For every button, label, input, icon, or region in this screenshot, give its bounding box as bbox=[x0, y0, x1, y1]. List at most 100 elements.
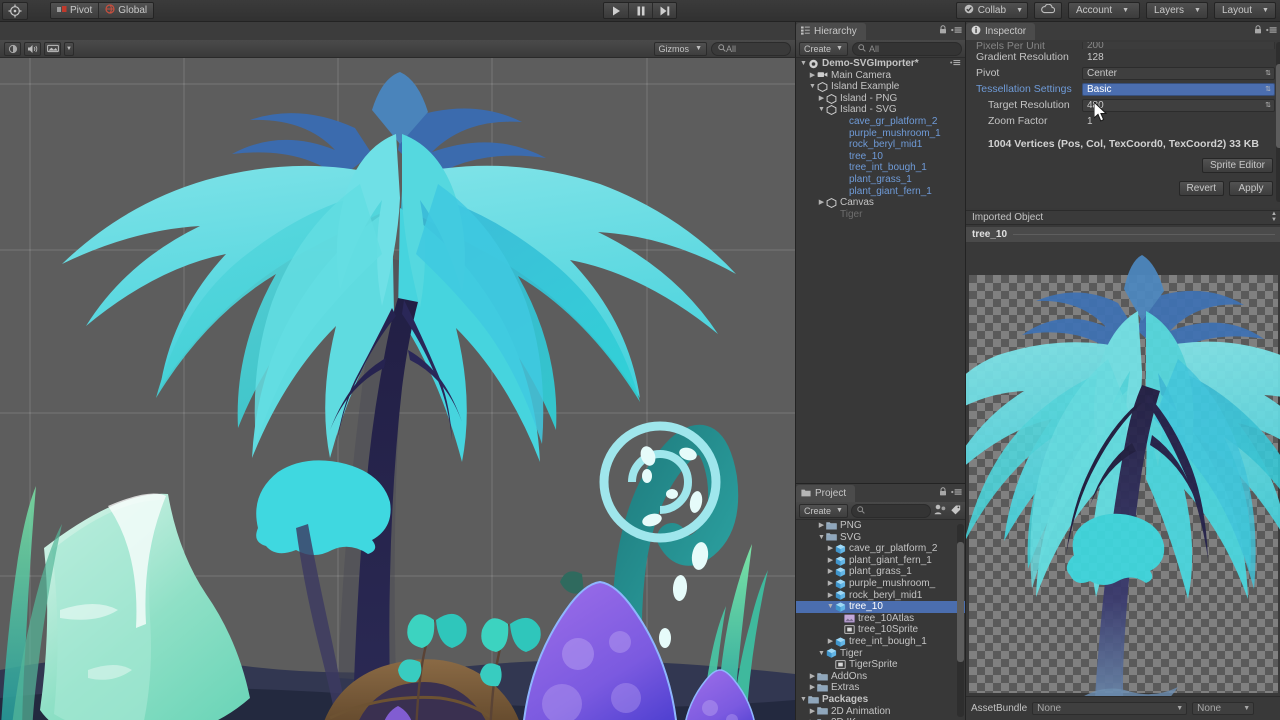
collab-button[interactable]: Collab ▼ bbox=[955, 2, 1028, 19]
chevron-right-icon[interactable]: ▶ bbox=[826, 543, 835, 555]
chevron-right-icon[interactable]: ▶ bbox=[826, 636, 835, 648]
tab-project[interactable]: Project bbox=[796, 485, 856, 502]
tab-hierarchy[interactable]: Hierarchy bbox=[796, 23, 866, 40]
chevron-right-icon[interactable]: ▶ bbox=[817, 93, 826, 105]
hierarchy-tree[interactable]: ▼ Demo-SVGImporter* ▶ Main Camera ▼ Island Ex… bbox=[796, 58, 965, 483]
hierarchy-item-tree-10[interactable]: tree_10 bbox=[796, 151, 965, 163]
inspector-field-value[interactable]: 200 bbox=[1082, 42, 1275, 49]
hierarchy-create-button[interactable]: Create ▼ bbox=[799, 41, 848, 56]
hierarchy-item-island-svg[interactable]: ▼ Island - SVG bbox=[796, 104, 965, 116]
panel-menu-icon[interactable] bbox=[951, 487, 962, 499]
project-item-addons[interactable]: ▶ AddOns bbox=[796, 671, 965, 683]
hierarchy-item-demo-svgimporter-[interactable]: ▼ Demo-SVGImporter* bbox=[796, 58, 965, 70]
chevron-down-icon[interactable]: ▼ bbox=[799, 58, 808, 70]
lock-icon[interactable] bbox=[939, 487, 947, 499]
project-item-tiger[interactable]: ▼ Tiger bbox=[796, 648, 965, 660]
project-item-cave-gr-platform-2[interactable]: ▶ cave_gr_platform_2 bbox=[796, 543, 965, 555]
project-item-tree-10sprite[interactable]: tree_10Sprite bbox=[796, 624, 965, 636]
chevron-down-icon[interactable]: ▼ bbox=[817, 104, 826, 116]
hierarchy-item-canvas[interactable]: ▶ Canvas bbox=[796, 197, 965, 209]
chevron-right-icon[interactable]: ▶ bbox=[826, 578, 835, 590]
hierarchy-item-plant-grass-1[interactable]: plant_grass_1 bbox=[796, 174, 965, 186]
project-item-plant-grass-1[interactable]: ▶ plant_grass_1 bbox=[796, 566, 965, 578]
sprite-editor-button[interactable]: Sprite Editor bbox=[1201, 158, 1273, 173]
chevron-right-icon[interactable]: ▶ bbox=[808, 682, 817, 694]
chevron-down-icon[interactable]: ▼ bbox=[799, 694, 808, 706]
account-button[interactable]: Account ▼ bbox=[1068, 2, 1140, 19]
tab-inspector[interactable]: Inspector bbox=[966, 23, 1036, 40]
project-search-input[interactable] bbox=[850, 503, 931, 518]
chevron-right-icon[interactable]: ▶ bbox=[817, 197, 826, 209]
global-button[interactable]: Global bbox=[98, 3, 154, 18]
inspector-field-value[interactable]: 128 bbox=[1082, 51, 1275, 64]
hierarchy-item-tree-int-bough-1[interactable]: tree_int_bough_1 bbox=[796, 162, 965, 174]
scene-fx-dropdown-icon[interactable]: ▼ bbox=[64, 41, 74, 56]
shading-mode-icon[interactable] bbox=[4, 41, 21, 56]
chevron-down-icon[interactable]: ▼ bbox=[817, 648, 826, 660]
transform-tool-icon[interactable] bbox=[2, 1, 28, 20]
project-item-2d-animation[interactable]: ▶ 2D Animation bbox=[796, 706, 965, 718]
cloud-button[interactable] bbox=[1034, 2, 1062, 19]
project-create-button[interactable]: Create ▼ bbox=[799, 503, 848, 518]
project-item-purple-mushroom-[interactable]: ▶ purple_mushroom_ bbox=[796, 578, 965, 590]
chevron-right-icon[interactable]: ▶ bbox=[808, 671, 817, 683]
project-item-tree-int-bough-1[interactable]: ▶ tree_int_bough_1 bbox=[796, 636, 965, 648]
apply-button[interactable]: Apply bbox=[1229, 181, 1273, 196]
inspector-field-value[interactable]: 1 bbox=[1082, 115, 1275, 128]
assetbundle-name-dropdown[interactable]: None ▼ bbox=[1032, 702, 1188, 715]
lock-icon[interactable] bbox=[1254, 25, 1262, 37]
hierarchy-item-cave-gr-platform-2[interactable]: cave_gr_platform_2 bbox=[796, 116, 965, 128]
chevron-right-icon[interactable]: ▶ bbox=[826, 590, 835, 602]
project-scrollbar[interactable] bbox=[957, 524, 964, 717]
hierarchy-item-rock-beryl-mid1[interactable]: rock_beryl_mid1 bbox=[796, 139, 965, 151]
chevron-down-icon[interactable]: ▼ bbox=[808, 81, 817, 93]
play-icon[interactable] bbox=[604, 3, 628, 18]
chevron-down-icon[interactable]: ▼ bbox=[817, 532, 826, 544]
project-item-plant-giant-fern-1[interactable]: ▶ plant_giant_fern_1 bbox=[796, 555, 965, 567]
layout-button[interactable]: Layout ▼ bbox=[1214, 2, 1276, 19]
hierarchy-item-main-camera[interactable]: ▶ Main Camera bbox=[796, 70, 965, 82]
pause-icon[interactable] bbox=[628, 3, 652, 18]
hierarchy-item-tiger[interactable]: Tiger bbox=[796, 209, 965, 221]
layers-button[interactable]: Layers ▼ bbox=[1146, 2, 1208, 19]
asset-preview-area[interactable] bbox=[966, 243, 1280, 717]
inspector-field-value[interactable]: Basic ⇅ bbox=[1082, 82, 1275, 96]
project-item-packages[interactable]: ▼ Packages bbox=[796, 694, 965, 706]
chevron-right-icon[interactable]: ▶ bbox=[826, 555, 835, 567]
project-item-png[interactable]: ▶ PNG bbox=[796, 520, 965, 532]
hierarchy-item-plant-giant-fern-1[interactable]: plant_giant_fern_1 bbox=[796, 186, 965, 198]
inspector-scrollbar[interactable] bbox=[1276, 42, 1280, 202]
collapse-expand-icon[interactable]: ▲ ▼ bbox=[1271, 211, 1280, 223]
project-item-tree-10[interactable]: ▼ tree_10 bbox=[796, 601, 965, 613]
lock-icon[interactable] bbox=[939, 25, 947, 37]
chevron-right-icon[interactable]: ▶ bbox=[817, 520, 826, 532]
panel-menu-icon[interactable] bbox=[951, 25, 962, 37]
scene-fx-icon[interactable] bbox=[44, 41, 61, 56]
filter-by-label-icon[interactable] bbox=[950, 504, 962, 518]
hierarchy-item-island-png[interactable]: ▶ Island - PNG bbox=[796, 93, 965, 105]
assetbundle-variant-dropdown[interactable]: None ▼ bbox=[1192, 702, 1255, 715]
project-tree[interactable]: ▶ PNG ▼ SVG ▶ cave_gr_platform_2 ▶ plant_giant_… bbox=[796, 520, 965, 720]
chevron-right-icon[interactable]: ▶ bbox=[808, 70, 817, 82]
inspector-field-value[interactable]: 480 ⇅ bbox=[1082, 98, 1275, 112]
gizmos-button[interactable]: Gizmos ▼ bbox=[653, 41, 707, 56]
scene-search-input[interactable]: All bbox=[711, 41, 791, 56]
revert-button[interactable]: Revert bbox=[1178, 181, 1224, 196]
hierarchy-item-purple-mushroom-1[interactable]: purple_mushroom_1 bbox=[796, 128, 965, 140]
filter-by-type-icon[interactable] bbox=[934, 504, 947, 518]
project-item-rock-beryl-mid1[interactable]: ▶ rock_beryl_mid1 bbox=[796, 590, 965, 602]
audio-toggle-icon[interactable] bbox=[24, 41, 41, 56]
chevron-right-icon[interactable]: ▶ bbox=[808, 706, 817, 718]
scene-canvas[interactable] bbox=[0, 58, 795, 720]
pivot-button[interactable]: Pivot bbox=[51, 3, 99, 18]
project-item-svg[interactable]: ▼ SVG bbox=[796, 532, 965, 544]
hierarchy-item-island-example[interactable]: ▼ Island Example bbox=[796, 81, 965, 93]
step-icon[interactable] bbox=[652, 3, 676, 18]
chevron-down-icon[interactable]: ▼ bbox=[826, 601, 835, 613]
project-item-tigersprite[interactable]: TigerSprite bbox=[796, 659, 965, 671]
chevron-right-icon[interactable]: ▶ bbox=[826, 566, 835, 578]
scene-context-menu-icon[interactable] bbox=[950, 58, 965, 70]
hierarchy-search-input[interactable]: All bbox=[851, 41, 962, 56]
project-item-extras[interactable]: ▶ Extras bbox=[796, 682, 965, 694]
inspector-field-value[interactable]: Center ⇅ bbox=[1082, 66, 1275, 80]
